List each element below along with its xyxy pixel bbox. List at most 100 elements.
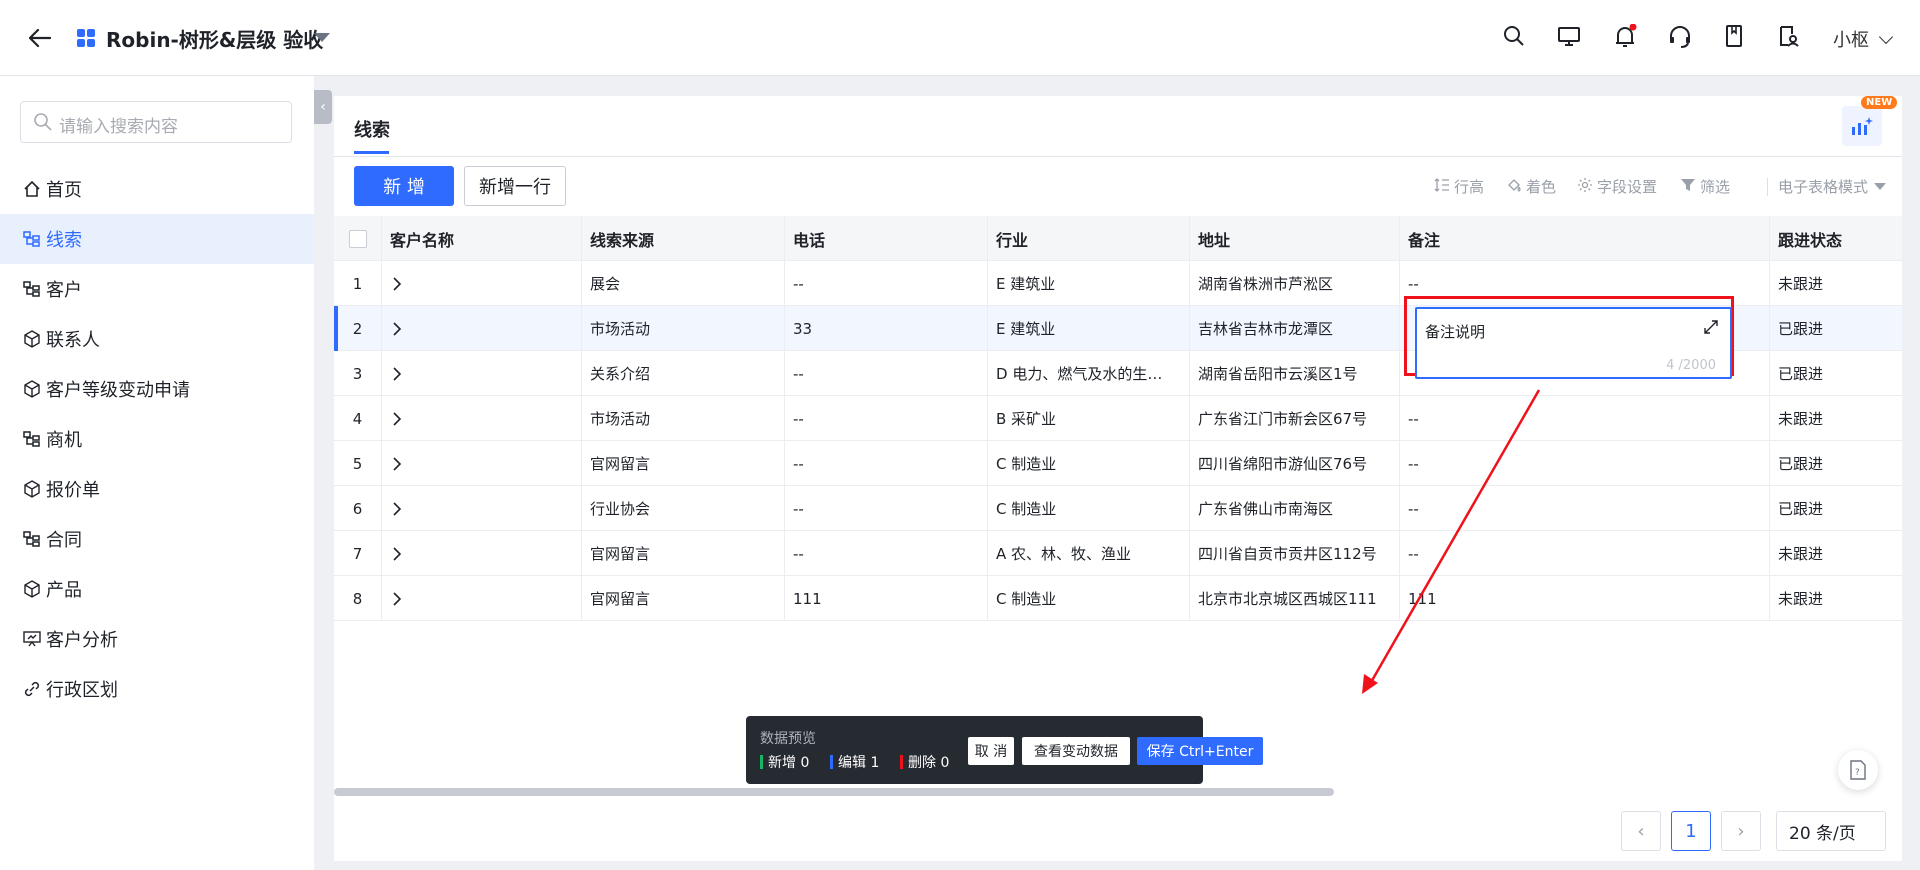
row-number[interactable]: 5 bbox=[334, 441, 382, 486]
add-button[interactable]: 新 增 bbox=[354, 166, 454, 206]
table-cell-source[interactable]: 市场活动 bbox=[582, 306, 785, 351]
table-cell-note[interactable]: -- bbox=[1400, 441, 1770, 486]
table-cell-note[interactable]: -- bbox=[1400, 396, 1770, 441]
column-header[interactable]: 线索来源 bbox=[582, 216, 785, 261]
row-number[interactable]: 7 bbox=[334, 531, 382, 576]
note-editor-value[interactable]: 备注说明 bbox=[1425, 321, 1485, 342]
row-number[interactable]: 2 bbox=[334, 306, 382, 351]
ai-chart-button[interactable] bbox=[1842, 106, 1882, 146]
search-input[interactable]: 请输入搜索内容 bbox=[20, 101, 292, 143]
search-icon[interactable] bbox=[1502, 24, 1530, 52]
table-row[interactable]: 5 官网留言 -- C 制造业 四川省绵阳市游仙区76号 -- 已跟进 bbox=[334, 441, 1902, 486]
spreadsheet-mode-select[interactable]: 电子表格模式 bbox=[1778, 176, 1887, 197]
chevron-right-icon[interactable] bbox=[390, 366, 404, 381]
table-cell-industry[interactable]: C 制造业 bbox=[988, 486, 1190, 531]
horizontal-scrollbar[interactable] bbox=[334, 788, 1902, 796]
sidebar-item-leads[interactable]: 线索 bbox=[0, 214, 314, 264]
page-number[interactable]: 1 bbox=[1671, 811, 1711, 851]
expand-row-cell[interactable] bbox=[382, 441, 582, 486]
expand-row-cell[interactable] bbox=[382, 576, 582, 621]
column-header[interactable]: 客户名称 bbox=[382, 216, 582, 261]
chevron-right-icon[interactable] bbox=[390, 546, 404, 561]
sidebar-item-opportunities[interactable]: 商机 bbox=[0, 414, 314, 464]
table-cell-status[interactable]: 已跟进 bbox=[1770, 351, 1902, 396]
table-cell-note[interactable]: 111 bbox=[1400, 576, 1770, 621]
table-cell-source[interactable]: 市场活动 bbox=[582, 396, 785, 441]
table-row[interactable]: 7 官网留言 -- A 农、林、牧、渔业 四川省自贡市贡井区112号 -- 未跟进 bbox=[334, 531, 1902, 576]
prev-page-button[interactable]: ‹ bbox=[1621, 811, 1661, 851]
table-cell-industry[interactable]: C 制造业 bbox=[988, 441, 1190, 486]
sidebar-item-level-change[interactable]: 客户等级变动申请 bbox=[0, 364, 314, 414]
sidebar-item-customers[interactable]: 客户 bbox=[0, 264, 314, 314]
add-row-button[interactable]: 新增一行 bbox=[464, 166, 566, 206]
page-size-select[interactable]: 20 条/页 bbox=[1776, 811, 1886, 851]
color-button[interactable]: 着色 bbox=[1506, 176, 1556, 197]
sidebar-collapse-handle[interactable]: ‹ bbox=[314, 90, 332, 124]
chevron-right-icon[interactable] bbox=[390, 501, 404, 516]
column-header[interactable]: 跟进状态 bbox=[1770, 216, 1902, 261]
row-number[interactable]: 4 bbox=[334, 396, 382, 441]
cancel-button[interactable]: 取 消 bbox=[968, 737, 1014, 765]
table-cell-industry[interactable]: A 农、林、牧、渔业 bbox=[988, 531, 1190, 576]
headset-icon[interactable] bbox=[1667, 24, 1695, 52]
app-switch-caret-icon[interactable] bbox=[314, 33, 330, 42]
scrollbar-thumb[interactable] bbox=[334, 788, 1334, 796]
note-editor[interactable]: 备注说明 4 /2000 bbox=[1415, 307, 1732, 379]
sidebar-item-quotes[interactable]: 报价单 bbox=[0, 464, 314, 514]
table-cell-status[interactable]: 未跟进 bbox=[1770, 531, 1902, 576]
row-height-button[interactable]: 行高 bbox=[1434, 176, 1484, 197]
table-cell-status[interactable]: 已跟进 bbox=[1770, 306, 1902, 351]
table-cell-source[interactable]: 官网留言 bbox=[582, 441, 785, 486]
table-cell-status[interactable]: 未跟进 bbox=[1770, 576, 1902, 621]
table-row[interactable]: 8 官网留言 111 C 制造业 北京市北京城区西城区111 111 未跟进 bbox=[334, 576, 1902, 621]
table-cell-industry[interactable]: B 采矿业 bbox=[988, 396, 1190, 441]
table-cell-source[interactable]: 展会 bbox=[582, 261, 785, 306]
chevron-right-icon[interactable] bbox=[390, 411, 404, 426]
monitor-icon[interactable] bbox=[1557, 24, 1585, 52]
expand-row-cell[interactable] bbox=[382, 261, 582, 306]
row-number[interactable]: 3 bbox=[334, 351, 382, 396]
table-cell-phone[interactable]: -- bbox=[785, 486, 988, 531]
table-cell-address[interactable]: 湖南省岳阳市云溪区1号 bbox=[1190, 351, 1400, 396]
sidebar-item-contacts[interactable]: 联系人 bbox=[0, 314, 314, 364]
sidebar-item-products[interactable]: 产品 bbox=[0, 564, 314, 614]
table-cell-status[interactable]: 已跟进 bbox=[1770, 441, 1902, 486]
table-cell-phone[interactable]: -- bbox=[785, 441, 988, 486]
table-cell-status[interactable]: 未跟进 bbox=[1770, 261, 1902, 306]
table-cell-note[interactable]: -- bbox=[1400, 531, 1770, 576]
table-cell-note[interactable]: -- bbox=[1400, 486, 1770, 531]
column-header[interactable]: 地址 bbox=[1190, 216, 1400, 261]
table-cell-phone[interactable]: 111 bbox=[785, 576, 988, 621]
chevron-right-icon[interactable] bbox=[390, 276, 404, 291]
table-cell-phone[interactable]: -- bbox=[785, 351, 988, 396]
row-number[interactable]: 1 bbox=[334, 261, 382, 306]
sidebar-item-admin-division[interactable]: 行政区划 bbox=[0, 664, 314, 714]
table-cell-phone[interactable]: 33 bbox=[785, 306, 988, 351]
row-number[interactable]: 8 bbox=[334, 576, 382, 621]
table-cell-address[interactable]: 北京市北京城区西城区111 bbox=[1190, 576, 1400, 621]
expand-row-cell[interactable] bbox=[382, 531, 582, 576]
field-settings-button[interactable]: 字段设置 bbox=[1577, 176, 1657, 197]
table-cell-address[interactable]: 广东省江门市新会区67号 bbox=[1190, 396, 1400, 441]
table-cell-address[interactable]: 四川省自贡市贡井区112号 bbox=[1190, 531, 1400, 576]
table-cell-industry[interactable]: E 建筑业 bbox=[988, 306, 1190, 351]
table-cell-address[interactable]: 四川省绵阳市游仙区76号 bbox=[1190, 441, 1400, 486]
table-cell-address[interactable]: 湖南省株洲市芦淞区 bbox=[1190, 261, 1400, 306]
next-page-button[interactable]: › bbox=[1721, 811, 1761, 851]
expand-row-cell[interactable] bbox=[382, 306, 582, 351]
bookmark-icon[interactable] bbox=[1722, 24, 1750, 52]
table-row[interactable]: 6 行业协会 -- C 制造业 广东省佛山市南海区 -- 已跟进 bbox=[334, 486, 1902, 531]
table-row[interactable]: 4 市场活动 -- B 采矿业 广东省江门市新会区67号 -- 未跟进 bbox=[334, 396, 1902, 441]
expand-row-cell[interactable] bbox=[382, 396, 582, 441]
table-cell-phone[interactable]: -- bbox=[785, 396, 988, 441]
back-arrow-icon[interactable] bbox=[26, 24, 54, 52]
expand-icon[interactable] bbox=[1704, 319, 1718, 338]
table-cell-source[interactable]: 关系介绍 bbox=[582, 351, 785, 396]
expand-row-cell[interactable] bbox=[382, 486, 582, 531]
table-cell-source[interactable]: 行业协会 bbox=[582, 486, 785, 531]
table-cell-status[interactable]: 未跟进 bbox=[1770, 396, 1902, 441]
help-button[interactable]: ? bbox=[1838, 750, 1878, 790]
switch-account-icon[interactable] bbox=[1777, 24, 1805, 52]
expand-row-cell[interactable] bbox=[382, 351, 582, 396]
table-cell-phone[interactable]: -- bbox=[785, 531, 988, 576]
